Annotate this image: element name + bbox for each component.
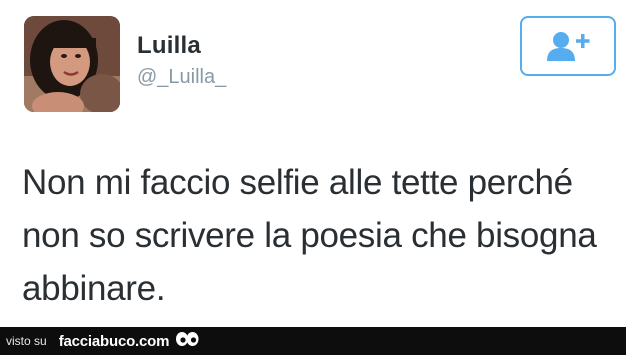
add-user-icon xyxy=(547,32,590,61)
tweet-text: Non mi faccio selfie alle tette perché n… xyxy=(22,163,597,308)
footer-site-link[interactable]: facciabuco.com xyxy=(59,333,170,350)
eyes-icon xyxy=(175,331,199,352)
user-handle[interactable]: @_Luilla_ xyxy=(137,66,226,89)
footer-bar: visto su facciabuco.com xyxy=(0,327,626,355)
avatar[interactable] xyxy=(24,16,120,112)
display-name[interactable]: Luilla xyxy=(137,32,201,60)
avatar-photo xyxy=(24,16,120,112)
footer-prefix: visto su xyxy=(6,334,47,348)
follow-button[interactable] xyxy=(520,16,616,76)
tweet-card: Luilla @_Luilla_ Non mi faccio selfie al… xyxy=(0,0,626,327)
